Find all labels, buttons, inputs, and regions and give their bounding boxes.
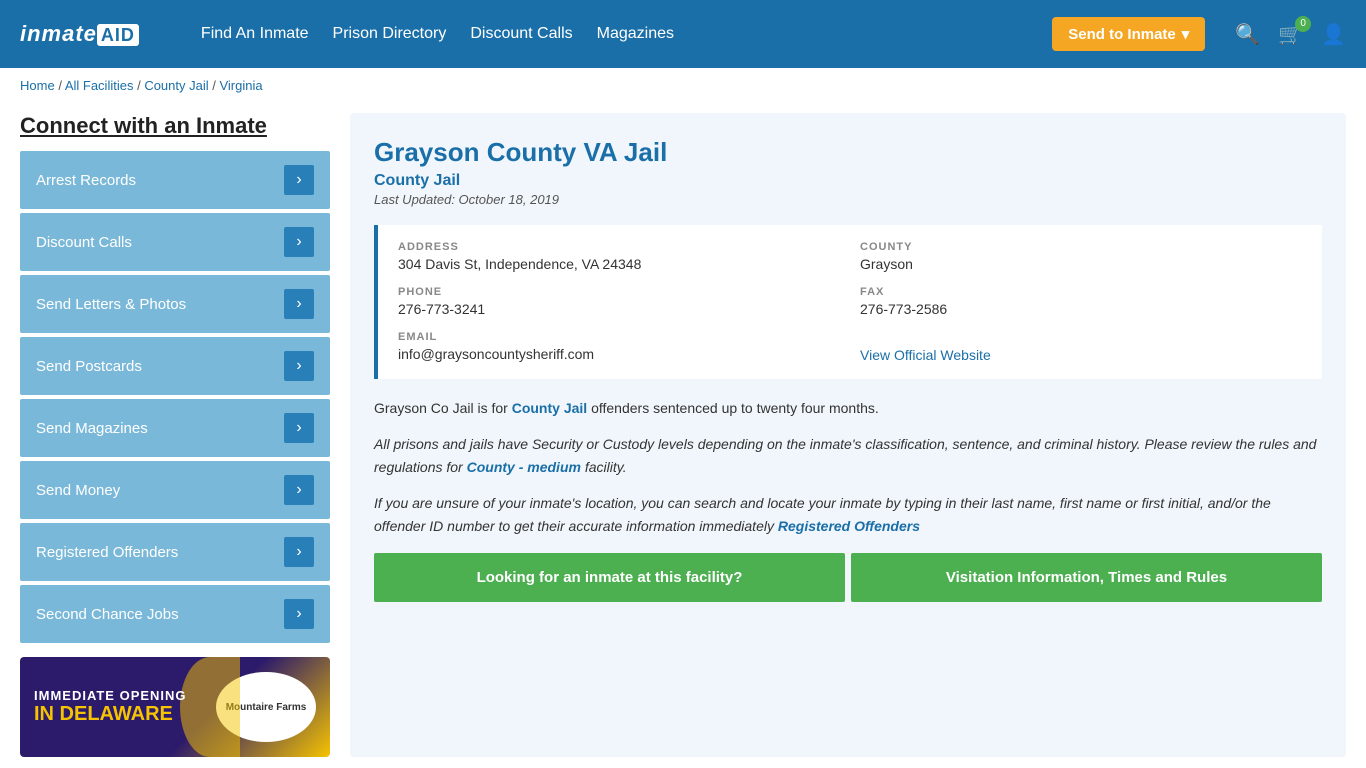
sidebar: Connect with an Inmate Arrest Records › …: [20, 113, 330, 757]
ad-curve-decoration: [180, 657, 240, 757]
sidebar-arrow-icon: ›: [284, 289, 314, 319]
sidebar-item-send-postcards[interactable]: Send Postcards ›: [20, 337, 330, 395]
address-field: ADDRESS 304 Davis St, Independence, VA 2…: [398, 241, 840, 272]
sidebar-item-label: Registered Offenders: [36, 544, 178, 561]
email-label: EMAIL: [398, 331, 840, 343]
sidebar-menu: Arrest Records › Discount Calls › Send L…: [20, 151, 330, 643]
phone-label: PHONE: [398, 286, 840, 298]
phone-value: 276-773-3241: [398, 301, 840, 317]
email-value: info@graysoncountysheriff.com: [398, 346, 840, 362]
sidebar-arrow-icon: ›: [284, 413, 314, 443]
bottom-buttons: Looking for an inmate at this facility? …: [374, 553, 1322, 602]
send-to-inmate-button[interactable]: Send to Inmate ▾: [1052, 17, 1205, 51]
facility-type: County Jail: [374, 172, 1322, 190]
logo-text: inmateAID: [20, 21, 139, 47]
sidebar-arrow-icon: ›: [284, 475, 314, 505]
header-icons: 🔍 🛒 0 👤: [1235, 22, 1346, 47]
sidebar-item-send-money[interactable]: Send Money ›: [20, 461, 330, 519]
visitation-info-button[interactable]: Visitation Information, Times and Rules: [851, 553, 1322, 602]
county-value: Grayson: [860, 256, 1302, 272]
sidebar-item-send-magazines[interactable]: Send Magazines ›: [20, 399, 330, 457]
nav-magazines[interactable]: Magazines: [585, 17, 686, 51]
sidebar-item-label: Send Letters & Photos: [36, 296, 186, 313]
fax-label: FAX: [860, 286, 1302, 298]
cart-icon[interactable]: 🛒 0: [1278, 22, 1303, 47]
sidebar-item-registered-offenders[interactable]: Registered Offenders ›: [20, 523, 330, 581]
email-field: EMAIL info@graysoncountysheriff.com: [398, 331, 840, 363]
sidebar-item-discount-calls[interactable]: Discount Calls ›: [20, 213, 330, 271]
sidebar-item-arrest-records[interactable]: Arrest Records ›: [20, 151, 330, 209]
website-field: View Official Website: [860, 331, 1302, 363]
sidebar-item-second-chance-jobs[interactable]: Second Chance Jobs ›: [20, 585, 330, 643]
looking-for-inmate-button[interactable]: Looking for an inmate at this facility?: [374, 553, 845, 602]
sidebar-arrow-icon: ›: [284, 537, 314, 567]
county-label: COUNTY: [860, 241, 1302, 253]
ad-text-block: IMMEDIATE OPENING IN DELAWARE: [34, 688, 187, 726]
facility-info-box: ADDRESS 304 Davis St, Independence, VA 2…: [374, 225, 1322, 379]
fax-value: 276-773-2586: [860, 301, 1302, 317]
description-2: All prisons and jails have Security or C…: [374, 433, 1322, 478]
user-icon[interactable]: 👤: [1321, 22, 1346, 47]
breadcrumb-home[interactable]: Home: [20, 78, 55, 93]
cart-badge: 0: [1295, 16, 1311, 32]
description-1: Grayson Co Jail is for County Jail offen…: [374, 397, 1322, 419]
breadcrumb-all-facilities[interactable]: All Facilities: [65, 78, 134, 93]
content-area: Grayson County VA Jail County Jail Last …: [350, 113, 1346, 757]
county-medium-link[interactable]: County - medium: [467, 459, 581, 475]
send-to-inmate-label: Send to Inmate: [1068, 26, 1176, 43]
main-layout: Connect with an Inmate Arrest Records › …: [0, 103, 1366, 767]
sidebar-arrow-icon: ›: [284, 227, 314, 257]
phone-field: PHONE 276-773-3241: [398, 286, 840, 317]
send-dropdown-icon: ▾: [1182, 25, 1190, 43]
address-label: ADDRESS: [398, 241, 840, 253]
facility-last-updated: Last Updated: October 18, 2019: [374, 192, 1322, 207]
breadcrumb-state[interactable]: Virginia: [219, 78, 262, 93]
header: inmateAID Find An Inmate Prison Director…: [0, 0, 1366, 68]
sidebar-arrow-icon: ›: [284, 165, 314, 195]
logo-aid: AID: [97, 24, 139, 46]
logo[interactable]: inmateAID: [20, 21, 139, 47]
nav-discount-calls[interactable]: Discount Calls: [458, 17, 584, 51]
sidebar-item-label: Discount Calls: [36, 234, 132, 251]
sidebar-item-label: Send Money: [36, 482, 120, 499]
ad-banner[interactable]: IMMEDIATE OPENING IN DELAWARE Mountaire …: [20, 657, 330, 757]
facility-title: Grayson County VA Jail: [374, 137, 1322, 168]
ad-immediate-text: IMMEDIATE OPENING: [34, 688, 187, 703]
county-field: COUNTY Grayson: [860, 241, 1302, 272]
main-nav: Find An Inmate Prison Directory Discount…: [189, 17, 686, 51]
view-official-website-link[interactable]: View Official Website: [860, 347, 991, 363]
address-value: 304 Davis St, Independence, VA 24348: [398, 256, 840, 272]
breadcrumb-county-jail[interactable]: County Jail: [144, 78, 208, 93]
sidebar-item-label: Send Magazines: [36, 420, 148, 437]
sidebar-item-label: Second Chance Jobs: [36, 606, 179, 623]
fax-field: FAX 276-773-2586: [860, 286, 1302, 317]
sidebar-item-send-letters[interactable]: Send Letters & Photos ›: [20, 275, 330, 333]
sidebar-item-label: Arrest Records: [36, 172, 136, 189]
county-jail-link-1[interactable]: County Jail: [512, 400, 587, 416]
sidebar-arrow-icon: ›: [284, 351, 314, 381]
registered-offenders-link[interactable]: Registered Offenders: [778, 518, 920, 534]
search-icon[interactable]: 🔍: [1235, 22, 1260, 47]
sidebar-arrow-icon: ›: [284, 599, 314, 629]
nav-find-inmate[interactable]: Find An Inmate: [189, 17, 321, 51]
ad-delaware-text: IN DELAWARE: [34, 703, 187, 726]
sidebar-item-label: Send Postcards: [36, 358, 142, 375]
nav-prison-directory[interactable]: Prison Directory: [321, 17, 459, 51]
sidebar-title: Connect with an Inmate: [20, 113, 330, 139]
description-3: If you are unsure of your inmate's locat…: [374, 492, 1322, 537]
breadcrumb: Home / All Facilities / County Jail / Vi…: [0, 68, 1366, 103]
